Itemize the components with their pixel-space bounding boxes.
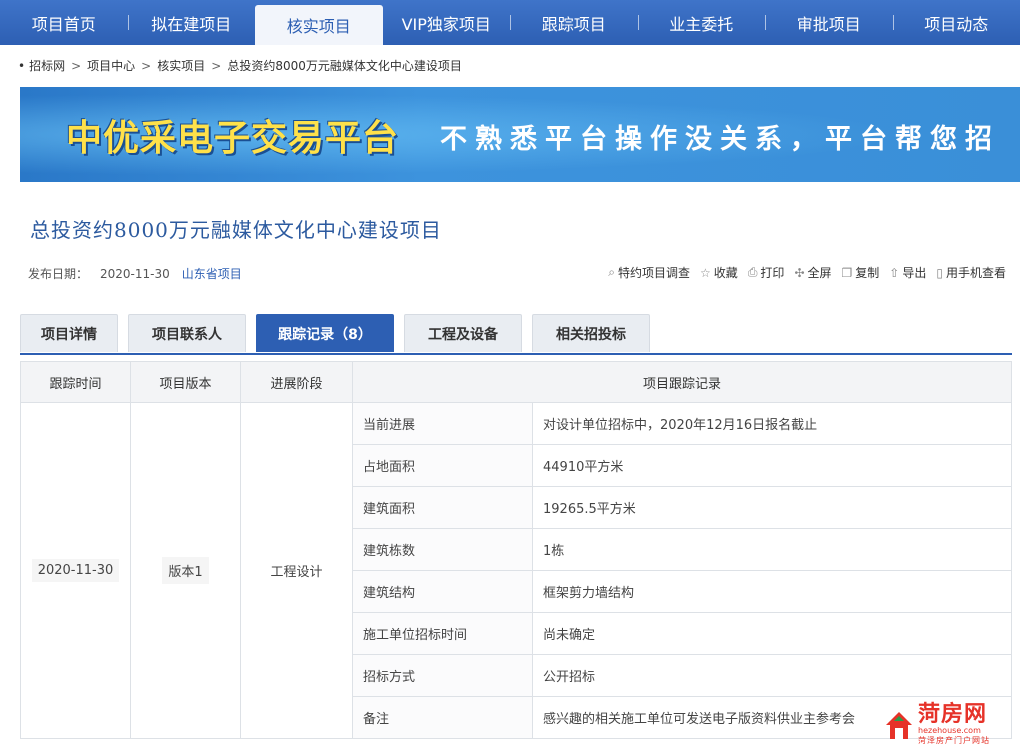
nav-item-home[interactable]: 项目首页	[0, 0, 128, 45]
breadcrumb: • 招标网 > 项目中心 > 核实项目 > 总投资约8000万元融媒体文化中心建…	[18, 57, 462, 74]
nav-item-planned[interactable]: 拟在建项目	[127, 0, 256, 45]
table-header-row: 跟踪时间 项目版本 进展阶段 项目跟踪记录	[20, 361, 1012, 403]
star-icon: ☆	[700, 265, 711, 280]
field-label: 建筑结构	[352, 570, 533, 613]
top-nav: 项目首页 拟在建项目 核实项目 VIP独家项目 跟踪项目 业主委托 审批项目 项…	[0, 0, 1020, 45]
field-label: 建筑面积	[352, 486, 533, 529]
watermark-name: 菏房网	[918, 702, 988, 727]
favorite-button[interactable]: ☆ 收藏	[700, 264, 738, 281]
field-label: 招标方式	[352, 654, 533, 697]
banner-brand: 中优采电子交易平台	[66, 118, 400, 159]
fullscreen-label: 全屏	[807, 266, 832, 280]
survey-button[interactable]: ⌕ 特约项目调查	[608, 264, 690, 281]
header-stage: 进展阶段	[240, 361, 353, 403]
field-label: 施工单位招标时间	[352, 612, 533, 655]
copy-icon: ❐	[841, 265, 853, 280]
site-watermark: 菏房网 hezehouse.com 菏泽房产门户网站	[884, 697, 1014, 753]
action-toolbar: ⌕ 特约项目调查 ☆ 收藏 ⎙ 打印 ✣ 全屏 ❐ 复制 ⇧ 导出 ▯ 用手机查…	[608, 264, 1006, 281]
tab-related-bids[interactable]: 相关招投标	[532, 314, 650, 352]
export-icon: ⇧	[889, 265, 900, 280]
house-logo-icon	[886, 712, 912, 739]
breadcrumb-item-site[interactable]: 招标网	[29, 57, 65, 74]
header-records: 项目跟踪记录	[352, 361, 1012, 403]
survey-label: 特约项目调查	[618, 266, 691, 280]
print-button[interactable]: ⎙ 打印	[748, 264, 785, 281]
header-track-time: 跟踪时间	[20, 361, 131, 403]
page-title: 总投资约8000万元融媒体文化中心建设项目	[30, 218, 442, 242]
field-value: 对设计单位招标中，2020年12月16日报名截止	[532, 402, 1012, 445]
version-cell: 版本1	[130, 402, 241, 739]
tab-contacts[interactable]: 项目联系人	[128, 314, 246, 352]
field-value: 44910平方米	[532, 444, 1012, 487]
chevron-right-icon: >	[71, 58, 82, 73]
breadcrumb-item-center[interactable]: 项目中心	[87, 57, 135, 74]
nav-item-vip[interactable]: VIP独家项目	[383, 0, 511, 45]
field-value: 尚未确定	[532, 612, 1012, 655]
project-meta: 发布日期： 2020-11-30 山东省项目	[28, 265, 242, 282]
field-value: 19265.5平方米	[532, 486, 1012, 529]
favorite-label: 收藏	[713, 266, 738, 280]
chevron-right-icon: >	[141, 58, 152, 73]
phone-icon: ▯	[936, 265, 943, 280]
banner-slogan: 不熟悉平台操作没关系，平台帮您招	[440, 124, 1000, 155]
export-button[interactable]: ⇧ 导出	[889, 264, 926, 281]
publish-date: 2020-11-30	[100, 266, 170, 281]
bullet-icon: •	[18, 58, 26, 73]
copy-label: 复制	[855, 266, 880, 280]
field-label: 占地面积	[352, 444, 533, 487]
field-value: 框架剪力墙结构	[532, 570, 1012, 613]
stage: 工程设计	[270, 565, 323, 580]
watermark-subtitle: 菏泽房产门户网站	[918, 736, 990, 745]
nav-item-approval[interactable]: 审批项目	[765, 0, 893, 45]
copy-button[interactable]: ❐ 复制	[842, 264, 880, 281]
field-value: 1栋	[532, 528, 1012, 571]
print-label: 打印	[760, 266, 785, 280]
ad-banner[interactable]: 中优采电子交易平台 不熟悉平台操作没关系，平台帮您招	[20, 87, 1020, 182]
track-time: 2020-11-30	[31, 559, 120, 582]
header-version: 项目版本	[130, 361, 241, 403]
field-value: 公开招标	[532, 654, 1012, 697]
version: 版本1	[162, 557, 209, 584]
table-row: 2020-11-30 版本1 工程设计 当前进展 对设计单位招标中，2020年1…	[20, 402, 1012, 739]
breadcrumb-item-current: 总投资约8000万元融媒体文化中心建设项目	[227, 59, 462, 73]
field-label: 当前进展	[352, 402, 533, 445]
region-link[interactable]: 山东省项目	[182, 265, 242, 282]
nav-item-verified[interactable]: 核实项目	[255, 5, 383, 45]
watermark-text: 菏房网 hezehouse.com 菏泽房产门户网站	[918, 704, 990, 746]
fullscreen-icon: ✣	[794, 265, 805, 280]
mobile-view-label: 用手机查看	[945, 266, 1006, 280]
tab-engineering-equipment[interactable]: 工程及设备	[404, 314, 522, 352]
tab-tracking-records[interactable]: 跟踪记录（8）	[256, 314, 394, 352]
tracking-table: 跟踪时间 项目版本 进展阶段 项目跟踪记录 2020-11-30 版本1 工程设…	[20, 361, 1012, 739]
field-label: 备注	[352, 696, 533, 739]
chevron-right-icon: >	[211, 58, 222, 73]
printer-icon: ⎙	[747, 265, 758, 279]
tab-project-details[interactable]: 项目详情	[20, 314, 118, 352]
export-label: 导出	[902, 266, 927, 280]
fullscreen-button[interactable]: ✣ 全屏	[794, 264, 831, 281]
detail-tabs: 项目详情 项目联系人 跟踪记录（8） 工程及设备 相关招投标	[20, 314, 1012, 355]
mobile-view-button[interactable]: ▯ 用手机查看	[936, 264, 1006, 281]
field-label: 建筑栋数	[352, 528, 533, 571]
nav-item-news[interactable]: 项目动态	[892, 0, 1020, 45]
nav-item-tracking[interactable]: 跟踪项目	[510, 0, 638, 45]
track-time-cell: 2020-11-30	[20, 402, 131, 739]
breadcrumb-item-verified[interactable]: 核实项目	[157, 57, 205, 74]
stage-cell: 工程设计	[240, 402, 353, 739]
watermark-url: hezehouse.com	[918, 726, 981, 735]
search-icon: ⌕	[608, 265, 616, 279]
nav-item-owner[interactable]: 业主委托	[637, 0, 766, 45]
publish-date-label: 发布日期：	[28, 267, 89, 281]
